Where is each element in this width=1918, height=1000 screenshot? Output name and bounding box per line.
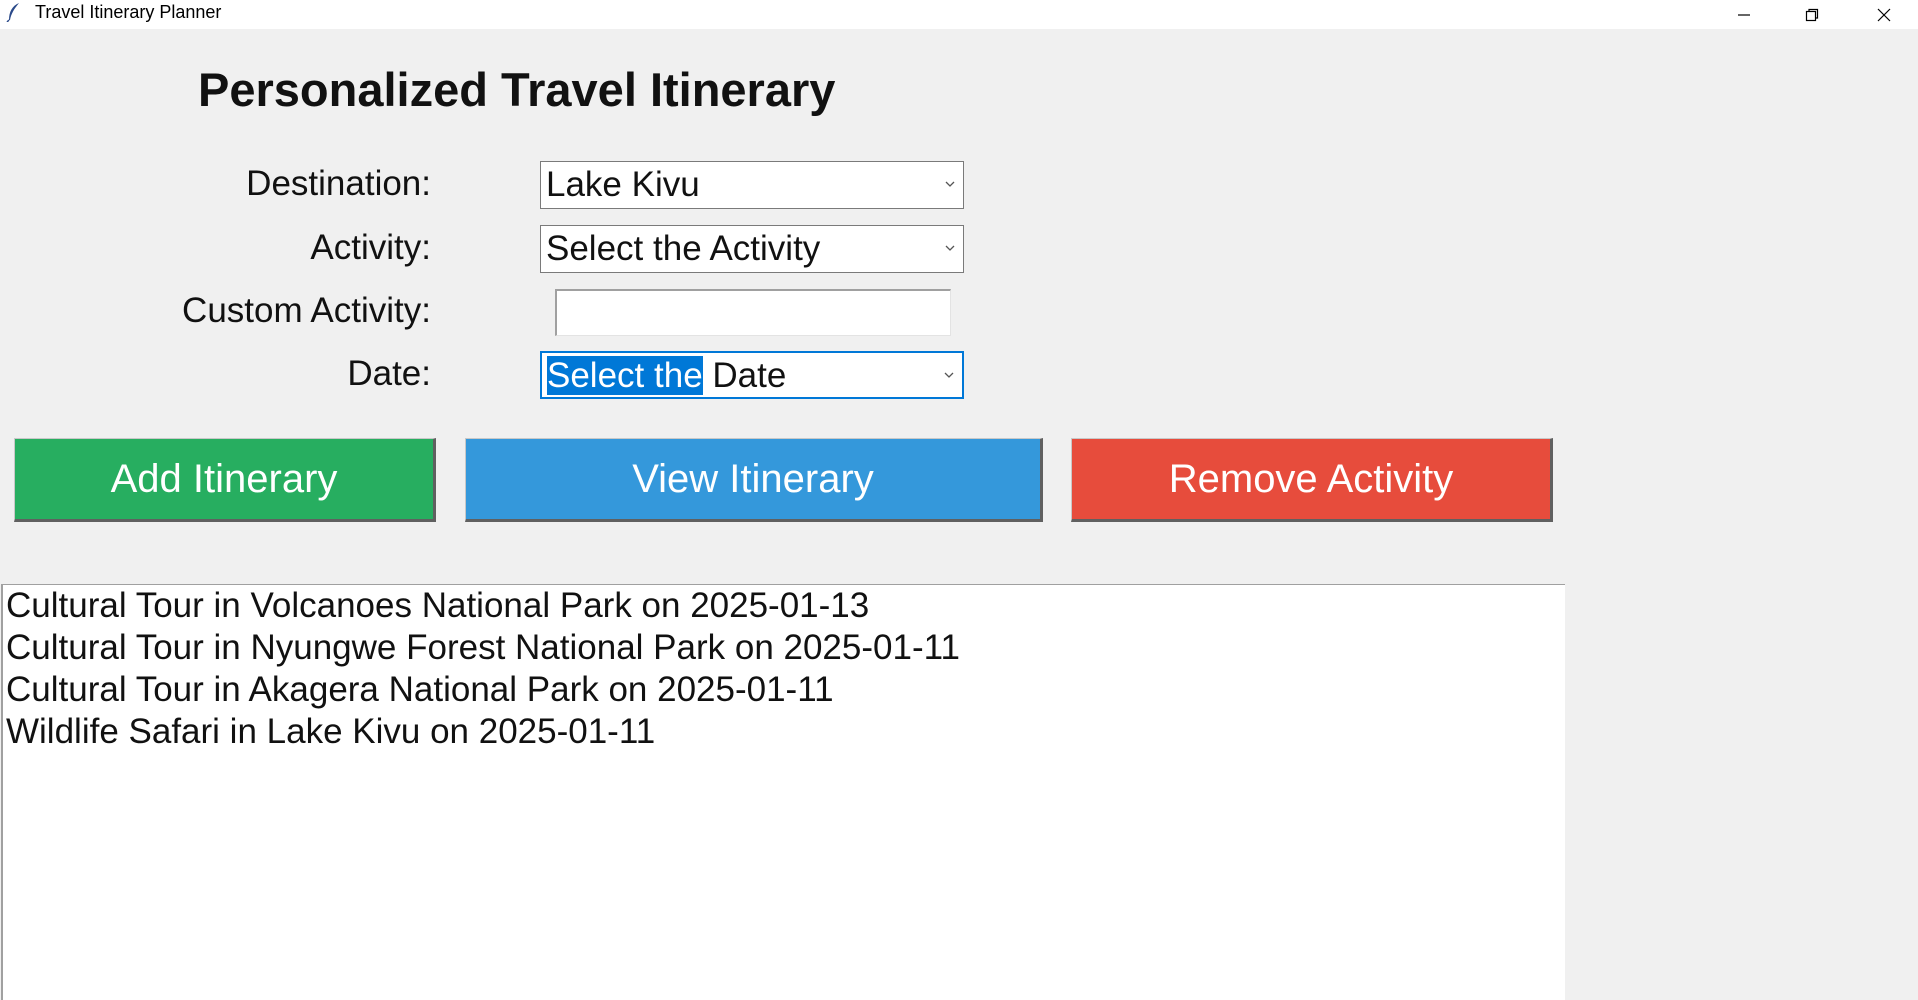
destination-combobox[interactable]: Lake Kivu — [540, 161, 964, 209]
list-item[interactable]: Wildlife Safari in Lake Kivu on 2025-01-… — [6, 711, 655, 753]
window-title: Travel Itinerary Planner — [35, 2, 222, 22]
date-combobox[interactable]: Select the Date — [540, 351, 964, 399]
page-title: Personalized Travel Itinerary — [198, 63, 836, 116]
chevron-down-icon[interactable] — [942, 368, 956, 382]
date-value-selected-text: Select the — [547, 356, 703, 395]
minimize-button[interactable] — [1710, 0, 1778, 29]
activity-value: Select the Activity — [546, 229, 821, 268]
feather-icon — [6, 3, 19, 22]
date-value-rest-text: Date — [702, 356, 787, 395]
date-label: Date: — [347, 354, 431, 393]
restore-icon — [1805, 8, 1819, 21]
app-window: Travel Itinerary Planner Personalized Tr… — [0, 0, 1918, 1000]
chevron-down-icon[interactable] — [943, 241, 957, 255]
view-itinerary-button[interactable]: View Itinerary — [465, 438, 1043, 522]
list-item[interactable]: Cultural Tour in Volcanoes National Park… — [6, 585, 869, 627]
close-button[interactable] — [1850, 0, 1918, 29]
remove-activity-button[interactable]: Remove Activity — [1071, 438, 1553, 522]
destination-value: Lake Kivu — [546, 165, 700, 204]
add-itinerary-button[interactable]: Add Itinerary — [14, 438, 436, 522]
date-value: Select the Date — [547, 355, 786, 397]
destination-label: Destination: — [246, 164, 431, 203]
list-item[interactable]: Cultural Tour in Nyungwe Forest National… — [6, 627, 960, 669]
restore-button[interactable] — [1778, 0, 1846, 29]
chevron-down-icon[interactable] — [943, 177, 957, 191]
custom-activity-input[interactable] — [555, 289, 951, 336]
activity-combobox[interactable]: Select the Activity — [540, 225, 964, 273]
close-icon — [1877, 8, 1891, 21]
list-item[interactable]: Cultural Tour in Akagera National Park o… — [6, 669, 834, 711]
itinerary-listbox[interactable]: Cultural Tour in Volcanoes National Park… — [1, 584, 1565, 1000]
minimize-icon — [1738, 13, 1750, 16]
title-bar[interactable]: Travel Itinerary Planner — [0, 0, 1918, 29]
custom-activity-label: Custom Activity: — [182, 291, 431, 330]
activity-label: Activity: — [310, 228, 431, 267]
